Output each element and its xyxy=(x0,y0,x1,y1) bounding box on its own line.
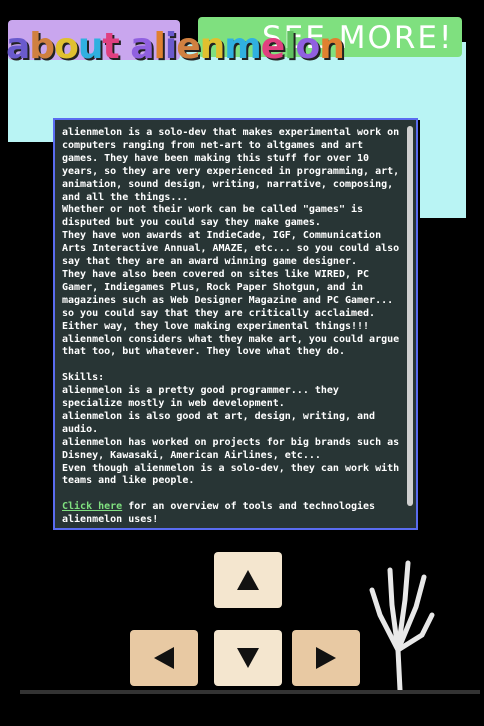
about-paragraph: Whether or not their work can be called … xyxy=(62,204,370,229)
title-letter: e xyxy=(260,26,285,67)
title-letter xyxy=(119,26,131,67)
ground-shadow xyxy=(20,690,480,694)
title-letter: a xyxy=(130,26,154,67)
title-letter: n xyxy=(319,26,345,67)
arrow-up-key[interactable] xyxy=(214,552,282,608)
tools-line: Click here for an overview of tools and … xyxy=(62,501,404,527)
arrow-right-icon xyxy=(316,647,336,669)
title-letter: b xyxy=(29,26,55,67)
title-letter: a xyxy=(6,26,30,67)
sky-drip-right xyxy=(420,118,466,218)
title-letter: n xyxy=(199,26,226,67)
arrow-left-key[interactable] xyxy=(130,630,198,686)
about-paragraph: They have won awards at IndieCade, IGF, … xyxy=(62,230,406,268)
skill-item: Even though alienmelon is a solo-dev, th… xyxy=(62,462,406,487)
sky-drip-left xyxy=(8,118,56,142)
skill-item: alienmelon is also good at art, design, … xyxy=(62,410,382,435)
title-letter: l xyxy=(284,26,296,67)
skeleton-hand-icon xyxy=(369,560,435,693)
title-letter: o xyxy=(295,26,321,67)
content-scrollbar[interactable] xyxy=(407,126,413,506)
title-letter: l xyxy=(153,26,166,67)
arrow-down-key[interactable] xyxy=(214,630,282,686)
about-paragraph: They have also been covered on sites lik… xyxy=(62,268,400,319)
page-title: about alienmelon xyxy=(6,26,345,67)
about-paragraph: alienmelon considers what they make art,… xyxy=(62,333,406,358)
arrow-up-icon xyxy=(237,570,259,590)
title-letter: u xyxy=(77,26,104,67)
arrow-down-icon xyxy=(237,648,259,668)
arrow-right-key[interactable] xyxy=(292,630,360,686)
tools-link[interactable]: Click here xyxy=(62,501,122,512)
title-letter: e xyxy=(176,26,200,67)
skill-item: alienmelon has worked on projects for bi… xyxy=(62,436,406,461)
title-letter: m xyxy=(224,26,262,67)
about-paragraph: Either way, they love making experimenta… xyxy=(62,320,370,332)
title-letter: t xyxy=(102,26,119,67)
arrow-left-icon xyxy=(154,647,174,669)
about-content-panel[interactable]: alienmelon is a solo-dev that makes expe… xyxy=(53,118,418,530)
about-paragraph: alienmelon is a solo-dev that makes expe… xyxy=(62,127,406,203)
title-letter: i xyxy=(164,26,177,67)
title-letter: o xyxy=(54,26,79,67)
skill-item: alienmelon is a pretty good programmer..… xyxy=(62,385,345,410)
skills-heading: Skills: xyxy=(62,372,105,384)
